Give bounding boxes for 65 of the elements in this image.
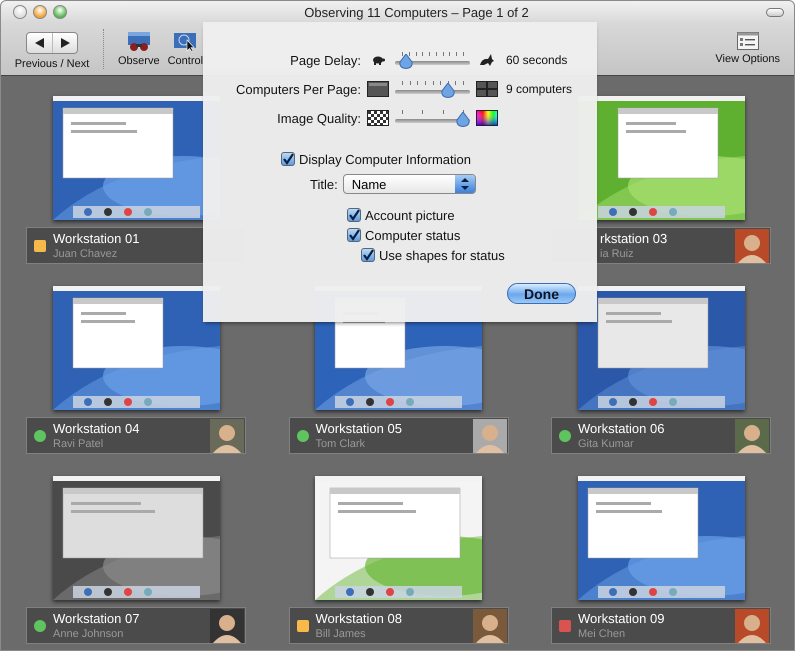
computer-name: Workstation 07 (53, 610, 140, 626)
rabbit-icon (479, 53, 495, 67)
close-button[interactable] (13, 5, 27, 19)
user-name: Anne Johnson (53, 626, 124, 640)
user-name: Gita Kumar (578, 436, 635, 450)
user-name: Bill James (316, 626, 367, 640)
computer-name: rkstation 03 (600, 230, 668, 246)
user-name: Mei Chen (578, 626, 626, 640)
color-spectrum-icon (476, 110, 498, 126)
minimize-button[interactable] (33, 5, 47, 19)
user-name: ia Ruiz (600, 246, 635, 260)
avatar (735, 418, 769, 452)
checkbox[interactable] (347, 228, 361, 242)
slider-label: Page Delay: (289, 52, 361, 68)
user-name: Juan Chavez (53, 246, 118, 260)
toolbar-toggle-button[interactable] (766, 8, 784, 16)
left-arrow-icon (35, 38, 44, 48)
popup-label: Title: (310, 176, 338, 192)
list-window-icon (736, 32, 759, 50)
computer-name: Workstation 06 (578, 420, 666, 436)
avatar (472, 418, 506, 452)
checkbox-label: Display Computer Information (299, 152, 471, 166)
checkbox[interactable] (347, 208, 361, 222)
grid-screens-icon (476, 81, 498, 97)
toolbar-label: Previous / Next (14, 58, 90, 70)
right-arrow-icon (60, 38, 70, 48)
single-screen-icon (367, 81, 389, 97)
user-name: Tom Clark (316, 436, 366, 450)
checkbox-label: Account picture (365, 208, 455, 222)
slider-value: 60 seconds (505, 53, 568, 67)
slider-track[interactable] (395, 51, 470, 69)
slider-label: Image Quality: (276, 110, 361, 126)
slider-label: Computers Per Page: (234, 82, 361, 96)
slider-thumb[interactable] (440, 83, 455, 98)
zoom-button[interactable] (53, 5, 67, 19)
done-button[interactable]: Done (507, 283, 576, 304)
checkbox-label: Computer status (365, 228, 460, 242)
turtle-icon (371, 55, 385, 65)
user-name: Ravi Patel (53, 436, 104, 450)
avatar (210, 418, 244, 452)
slider-thumb[interactable] (399, 54, 414, 69)
computer-name: Workstation 01 (53, 230, 140, 246)
window-title: Observing 11 Computers – Page 1 of 2 (303, 4, 530, 20)
view-options-button[interactable]: View Options (711, 23, 784, 65)
observe-button[interactable]: Observe (114, 23, 164, 67)
checkbox[interactable] (361, 248, 375, 262)
checkbox[interactable] (281, 152, 295, 166)
title-popup[interactable]: Name (342, 174, 476, 194)
computer-name: Workstation 09 (578, 610, 666, 626)
checkerboard-icon (367, 110, 389, 126)
computer-name: Workstation 05 (316, 420, 403, 436)
avatar (472, 608, 506, 642)
up-down-arrows-icon (460, 178, 469, 190)
checkbox-label: Use shapes for status (379, 248, 505, 262)
avatar (210, 608, 244, 642)
avatar (735, 228, 769, 262)
slider-track[interactable] (395, 80, 470, 98)
monitor-cursor-icon (173, 32, 198, 52)
avatar (735, 608, 769, 642)
binoculars-icon (126, 32, 151, 52)
computer-name: Workstation 04 (53, 420, 140, 436)
computer-name: Workstation 08 (316, 610, 403, 626)
slider-value: 9 computers (505, 82, 574, 96)
slider-thumb[interactable] (456, 112, 470, 127)
slider-track[interactable] (395, 109, 470, 127)
